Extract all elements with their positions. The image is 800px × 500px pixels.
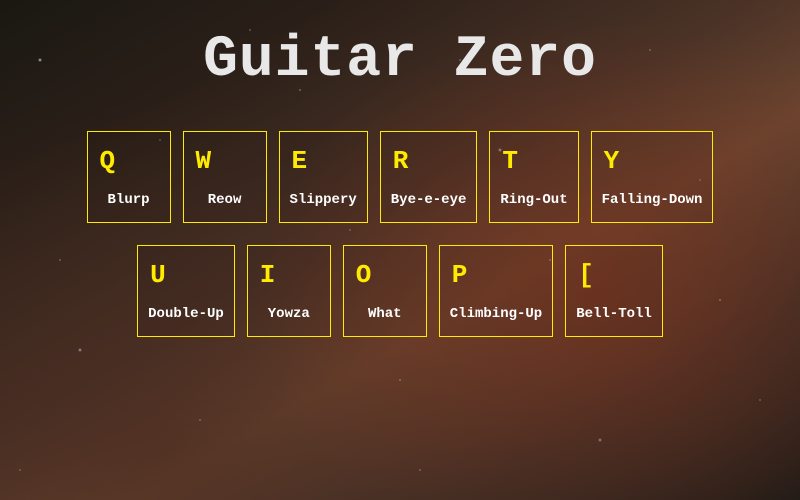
key-row-2: U Double-Up I Yowza O What P Climbing-Up… — [137, 245, 663, 337]
key-i-label: Yowza — [268, 306, 310, 322]
key-y-kbd: Y — [602, 146, 620, 174]
key-r-label: Bye-e-eye — [391, 192, 467, 208]
key-bracket[interactable]: [ Bell-Toll — [565, 245, 663, 337]
key-p-label: Climbing-Up — [450, 306, 542, 322]
key-e[interactable]: E Slippery — [279, 131, 368, 223]
key-p[interactable]: P Climbing-Up — [439, 245, 553, 337]
key-q-kbd: Q — [98, 146, 116, 174]
key-o-kbd: O — [354, 260, 372, 288]
key-t-label: Ring-Out — [500, 192, 567, 208]
key-p-kbd: P — [450, 260, 468, 288]
key-r[interactable]: R Bye-e-eye — [380, 131, 478, 223]
key-o[interactable]: O What — [343, 245, 427, 337]
page-title: Guitar Zero — [203, 28, 597, 93]
key-t[interactable]: T Ring-Out — [489, 131, 578, 223]
key-w-kbd: W — [194, 146, 212, 174]
key-y[interactable]: Y Falling-Down — [591, 131, 714, 223]
key-e-label: Slippery — [290, 192, 357, 208]
key-bracket-kbd: [ — [576, 260, 594, 288]
key-grid: Q Blurp W Reow E Slippery R Bye-e-eye T … — [87, 131, 714, 337]
key-r-kbd: R — [391, 146, 409, 174]
key-t-kbd: T — [500, 146, 518, 174]
key-i[interactable]: I Yowza — [247, 245, 331, 337]
key-i-kbd: I — [258, 260, 276, 288]
key-y-label: Falling-Down — [602, 192, 703, 208]
key-w-label: Reow — [208, 192, 242, 208]
key-o-label: What — [368, 306, 402, 322]
key-u[interactable]: U Double-Up — [137, 245, 235, 337]
key-u-kbd: U — [148, 260, 166, 288]
key-e-kbd: E — [290, 146, 308, 174]
key-q[interactable]: Q Blurp — [87, 131, 171, 223]
key-u-label: Double-Up — [148, 306, 224, 322]
key-bracket-label: Bell-Toll — [576, 306, 652, 322]
key-row-1: Q Blurp W Reow E Slippery R Bye-e-eye T … — [87, 131, 714, 223]
key-q-label: Blurp — [108, 192, 150, 208]
key-w[interactable]: W Reow — [183, 131, 267, 223]
